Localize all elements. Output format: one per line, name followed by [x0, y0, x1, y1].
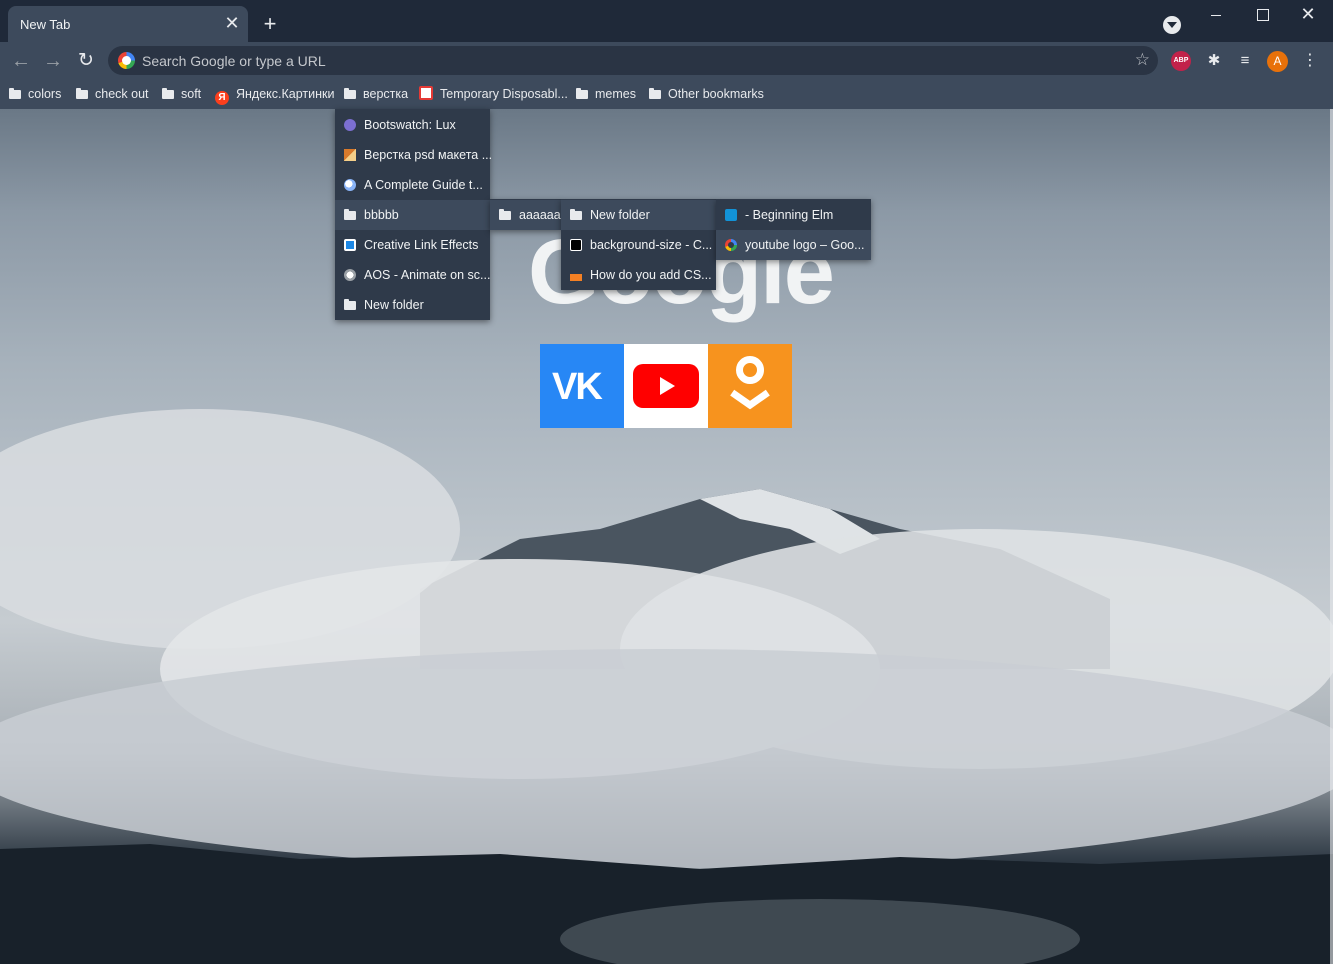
- tab-close-icon[interactable]: ✕: [222, 13, 242, 33]
- folder-icon: [344, 88, 356, 99]
- bookmark-colors[interactable]: colors: [9, 85, 61, 104]
- reload-button[interactable]: ↻: [73, 48, 99, 74]
- folder-icon: [576, 88, 588, 99]
- mail-icon: [419, 86, 433, 100]
- menu-item-label: Верстка psd макета ...: [364, 148, 493, 162]
- menu-item-label: A Complete Guide t...: [364, 178, 483, 192]
- maximize-button[interactable]: [1239, 2, 1285, 28]
- folder-icon: [9, 88, 21, 99]
- bookmark-other-bookmarks[interactable]: Other bookmarks: [649, 85, 764, 104]
- ok-icon: [736, 356, 764, 384]
- creative-icon: [344, 239, 356, 251]
- menu-item-aos[interactable]: AOS - Animate on sc...: [335, 260, 490, 290]
- bookmark-check-out[interactable]: check out: [76, 85, 149, 104]
- folder-icon: [76, 88, 88, 99]
- menu-item-label: Creative Link Effects: [364, 238, 479, 252]
- forward-button[interactable]: →: [40, 48, 66, 74]
- bookmark-star-icon[interactable]: ☆: [1135, 50, 1150, 70]
- menu-item-how-do-you-add-css[interactable]: How do you add CS...: [561, 260, 716, 290]
- bookmarks-bar: colors check out soft Я Яндекс.Картинки в…: [0, 79, 1333, 109]
- folder-icon: [344, 209, 356, 220]
- menu-item-label: How do you add CS...: [590, 268, 712, 282]
- omnibox[interactable]: ☆: [108, 46, 1158, 75]
- menu-item-label: bbbbb: [364, 208, 399, 222]
- menu-item-new-folder-sub[interactable]: New folder: [561, 200, 716, 230]
- psd-icon: [344, 149, 356, 161]
- bookmark-yandex[interactable]: Я Яндекс.Картинки: [215, 85, 335, 105]
- bookmark-label: Temporary Disposabl...: [440, 87, 568, 101]
- menu-item-bbbbb[interactable]: bbbbb: [335, 200, 490, 230]
- bookmark-label: check out: [95, 87, 149, 101]
- adblock-plus-icon[interactable]: ABP: [1171, 51, 1191, 71]
- omnibox-input[interactable]: [142, 46, 1102, 75]
- tab-strip: New Tab ✕ + ✕: [0, 0, 1333, 42]
- globe-icon: [344, 179, 356, 191]
- bookmark-label: Яндекс.Картинки: [236, 87, 335, 101]
- toolbar: ← → ↻ ☆ ABP ✱ ≡ A ⋮: [0, 42, 1333, 79]
- shortcuts-row: VK: [540, 344, 792, 428]
- aos-icon: [344, 269, 356, 281]
- folder-icon: [649, 88, 661, 99]
- menu-item-label: AOS - Animate on sc...: [364, 268, 491, 282]
- bookmark-folder-menu-bbbbb: aaaaaa: [490, 199, 561, 230]
- vk-icon: VK: [552, 366, 603, 408]
- back-button[interactable]: ←: [8, 48, 34, 74]
- mdn-icon: [570, 239, 582, 251]
- bookmark-temporary-disposable[interactable]: Temporary Disposabl...: [419, 85, 568, 104]
- menu-item-label: - Beginning Elm: [745, 208, 834, 222]
- new-tab-button[interactable]: +: [258, 12, 282, 36]
- google-icon: [725, 239, 737, 251]
- menu-item-label: youtube logo – Goo...: [745, 238, 865, 252]
- menu-item-youtube-logo[interactable]: youtube logo – Goo...: [716, 230, 871, 260]
- bookmark-label: memes: [595, 87, 636, 101]
- menu-item-new-folder[interactable]: New folder: [335, 290, 490, 320]
- menu-item-complete-guide[interactable]: A Complete Guide t...: [335, 170, 490, 200]
- shortcut-vk[interactable]: VK: [540, 344, 624, 428]
- extensions-puzzle-icon[interactable]: ✱: [1204, 51, 1224, 71]
- folder-icon: [570, 209, 582, 220]
- elm-icon: [725, 209, 737, 221]
- google-icon: [118, 52, 135, 69]
- menu-item-bootswatch-lux[interactable]: Bootswatch: Lux: [335, 110, 490, 140]
- folder-icon: [499, 209, 511, 220]
- close-window-button[interactable]: ✕: [1285, 2, 1331, 28]
- menu-item-label: background-size - C...: [590, 238, 713, 252]
- tab-new-tab[interactable]: New Tab ✕: [8, 6, 248, 42]
- bootswatch-icon: [344, 119, 356, 131]
- bookmark-soft[interactable]: soft: [162, 85, 201, 104]
- tab-title: New Tab: [20, 17, 71, 32]
- chrome-menu-icon[interactable]: ⋮: [1300, 51, 1320, 71]
- bookmark-label: верстка: [363, 87, 409, 101]
- menu-item-verstka-psd[interactable]: Верстка psd макета ...: [335, 140, 493, 170]
- yandex-icon: Я: [215, 91, 229, 105]
- menu-item-creative-link-effects[interactable]: Creative Link Effects: [335, 230, 490, 260]
- menu-item-background-size[interactable]: background-size - C...: [561, 230, 716, 260]
- ok-icon-legs: [730, 390, 770, 416]
- profile-avatar[interactable]: A: [1267, 51, 1288, 72]
- bookmark-folder-menu-aaaaaa: New folder background-size - C... How do…: [561, 199, 716, 290]
- shortcut-youtube[interactable]: [624, 344, 708, 428]
- stackoverflow-icon: [570, 269, 582, 281]
- shortcut-odnoklassniki[interactable]: [708, 344, 792, 428]
- bookmark-folder-menu-verstka: Bootswatch: Lux Верстка psd макета ... A…: [335, 109, 493, 320]
- menu-item-beginning-elm[interactable]: - Beginning Elm: [716, 200, 871, 230]
- menu-item-label: New folder: [590, 208, 650, 222]
- minimize-button[interactable]: [1193, 2, 1239, 28]
- bookmark-label: soft: [181, 87, 202, 101]
- folder-icon: [162, 88, 174, 99]
- bookmark-folder-menu-new-folder: - Beginning Elm youtube logo – Goo...: [716, 199, 871, 260]
- media-control-icon[interactable]: ≡: [1235, 51, 1255, 71]
- bookmark-memes[interactable]: memes: [576, 85, 636, 104]
- bookmark-label: Other bookmarks: [668, 87, 764, 101]
- bookmark-verstka[interactable]: верстка: [344, 85, 408, 104]
- folder-icon: [344, 299, 356, 310]
- menu-item-aaaaaa[interactable]: aaaaaa: [490, 200, 561, 230]
- bookmark-label: colors: [28, 87, 62, 101]
- menu-item-label: aaaaaa: [519, 208, 561, 222]
- tab-search-icon[interactable]: [1163, 16, 1181, 34]
- youtube-icon: [633, 364, 699, 408]
- menu-item-label: New folder: [364, 298, 424, 312]
- menu-item-label: Bootswatch: Lux: [364, 118, 456, 132]
